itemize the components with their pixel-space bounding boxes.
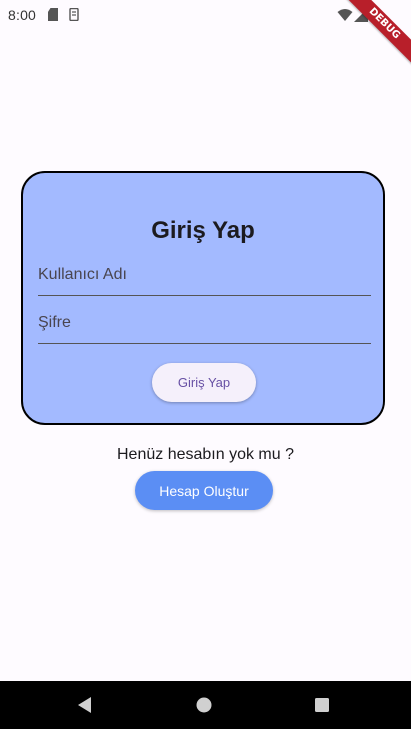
navigation-bar bbox=[0, 681, 411, 729]
status-time: 8:00 bbox=[8, 7, 37, 23]
debug-banner: DEBUG bbox=[331, 0, 411, 80]
login-title: Giriş Yap bbox=[151, 217, 255, 244]
recents-icon[interactable] bbox=[312, 695, 332, 715]
sd-card-icon bbox=[48, 8, 58, 21]
no-account-prompt: Henüz hesabın yok mu ? bbox=[117, 446, 294, 463]
debug-ribbon-label: DEBUG bbox=[339, 0, 411, 69]
login-button[interactable]: Giriş Yap bbox=[152, 363, 256, 402]
back-icon[interactable] bbox=[75, 695, 95, 715]
login-card: Giriş Yap Giriş Yap bbox=[21, 171, 385, 425]
password-input[interactable] bbox=[38, 307, 371, 339]
home-icon[interactable] bbox=[194, 695, 214, 715]
username-field-container bbox=[38, 255, 371, 296]
create-account-button[interactable]: Hesap Oluştur bbox=[135, 471, 273, 510]
password-field-container bbox=[38, 303, 371, 344]
usb-icon bbox=[69, 8, 79, 21]
username-input[interactable] bbox=[38, 259, 371, 291]
